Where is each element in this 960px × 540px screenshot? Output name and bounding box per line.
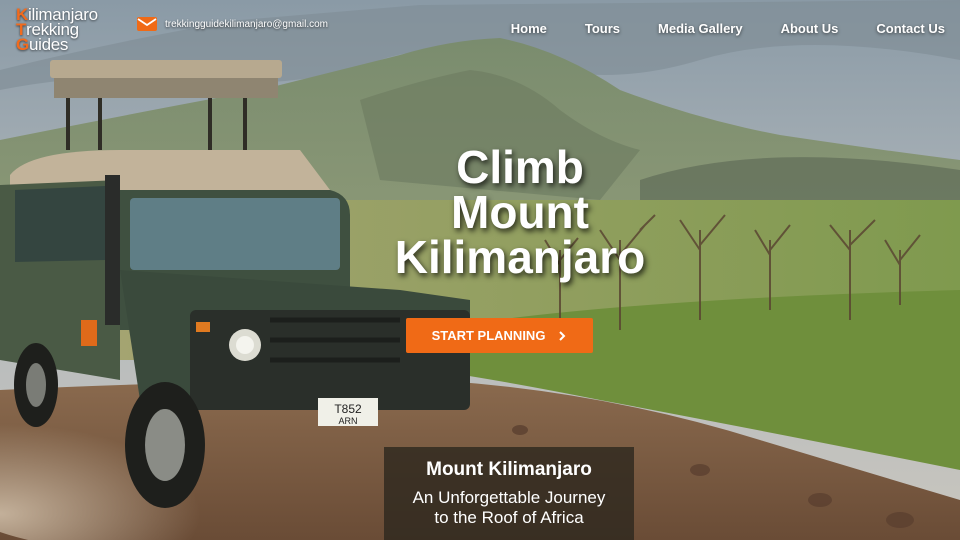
hero-title-line-3: Kilimanjaro (394, 231, 646, 283)
caption-panel: Mount Kilimanjaro An Unforgettable Journ… (384, 447, 634, 540)
envelope-icon (137, 17, 157, 31)
hero-title-line-1: Climb (456, 141, 584, 193)
logo-line-3: Guides (16, 35, 69, 54)
contact-email[interactable]: trekkingguidekilimanjaro@gmail.com (137, 17, 328, 31)
caption-subtitle-line-2: to the Roof of Africa (434, 508, 584, 527)
site-logo[interactable]: Kilimanjaro Trekking Guides (16, 6, 98, 54)
nav-about-us[interactable]: About Us (781, 21, 839, 36)
start-planning-button[interactable]: START PLANNING (406, 318, 593, 353)
svg-text:ARN: ARN (338, 416, 357, 426)
chevron-right-icon (559, 330, 566, 341)
main-nav: Home Tours Media Gallery About Us Contac… (473, 21, 945, 36)
nav-home[interactable]: Home (511, 21, 547, 36)
hero-title: Climb Mount Kilimanjaro (330, 141, 710, 283)
nav-tours[interactable]: Tours (585, 21, 620, 36)
caption-subtitle-line-1: An Unforgettable Journey (412, 488, 606, 507)
svg-text:T852: T852 (334, 402, 362, 416)
caption-title: Mount Kilimanjaro (426, 459, 592, 480)
email-address[interactable]: trekkingguidekilimanjaro@gmail.com (165, 19, 328, 30)
nav-contact-us[interactable]: Contact Us (876, 21, 945, 36)
start-planning-label: START PLANNING (431, 328, 546, 343)
nav-media-gallery[interactable]: Media Gallery (658, 21, 743, 36)
hero-title-line-2: Mount (451, 186, 589, 238)
